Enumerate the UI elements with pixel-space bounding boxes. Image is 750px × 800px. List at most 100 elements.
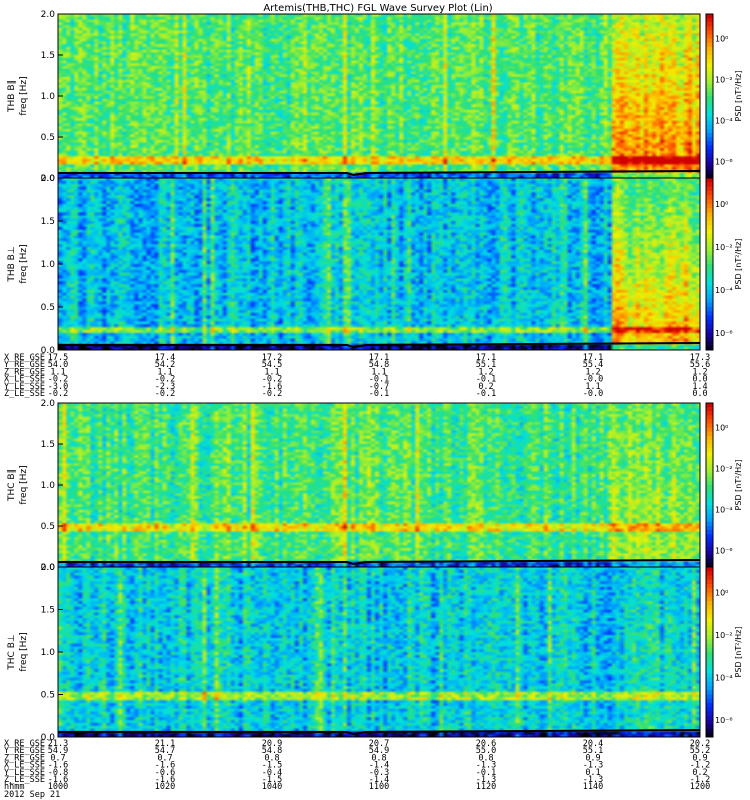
colorbar-swatch [706,456,713,461]
colorbar-swatch [706,526,713,531]
colorbar-swatch [706,686,713,691]
colorbar-swatch [706,34,713,40]
colorbar-swatch [706,186,713,192]
ephemeris-value: 0.0 [692,389,707,399]
colorbar-swatch [706,517,713,523]
y-tick-label: 1.5 [41,217,55,227]
colorbar-tick-label: 10⁻² [715,243,733,252]
ephemeris-value: 1140 [583,782,603,792]
colorbar-label: PSD [nT²/Hz] [734,71,743,122]
colorbar-swatch [706,18,713,23]
colorbar-swatch [706,281,713,286]
colorbar-swatch [706,276,713,282]
y-tick-label: 1.5 [41,606,55,616]
colorbar-swatch [706,26,713,31]
colorbar-tick-label: 10⁰ [715,200,728,209]
colorbar-swatch [706,681,713,687]
colorbar-swatch [706,120,713,126]
colorbar-swatch [706,592,713,598]
colorbar-swatch [706,124,713,130]
colorbar-swatch [706,489,713,494]
colorbar-swatch [706,190,713,196]
colorbar-swatch [706,635,713,640]
colorbar-swatch [706,448,713,453]
colorbar-tick-label: 10⁰ [715,589,728,598]
colorbar-swatch [706,302,713,308]
colorbar-swatch [706,104,713,109]
colorbar-swatch [706,112,713,117]
colorbar-swatch [706,67,713,72]
spectrogram-image [58,178,700,350]
colorbar-swatch [706,630,713,636]
colorbar-swatch [706,108,713,113]
y-tick-label: 2.0 [41,10,56,20]
colorbar-swatch [706,165,713,171]
colorbar-swatch [706,538,713,543]
ephemeris-row-label: Z_LE_SSE [4,389,45,399]
y-tick-label: 2.0 [41,399,56,409]
colorbar-swatch [706,332,713,338]
colorbar-swatch [706,216,713,222]
y-axis-label: freq [Hz] [19,244,29,283]
colorbar-swatch [706,703,713,708]
colorbar-swatch [706,656,713,661]
y-tick-label: 1.0 [41,260,56,270]
colorbar-swatch [706,259,713,265]
colorbar-swatch [706,419,713,424]
colorbar-swatch [706,59,713,64]
colorbar-swatch [706,546,713,552]
colorbar-swatch [706,14,713,19]
colorbar-swatch [706,157,713,163]
colorbar-swatch [706,264,713,269]
colorbar-swatch [706,567,713,572]
colorbar-swatch [706,415,713,420]
colorbar-swatch [706,169,713,175]
y-tick-label: 0.5 [41,133,55,143]
colorbar-swatch [706,307,713,312]
colorbar-swatch [706,145,713,150]
colorbar: 10⁰ 10⁻² 10⁻⁴ 10⁻⁶ PSD [nT²/Hz] [705,566,743,738]
colorbar-swatch [706,550,713,556]
colorbar-swatch [706,132,713,138]
colorbar-swatch [706,46,713,52]
y-tick-label: 0.5 [41,303,55,313]
colorbar-swatch [706,596,713,602]
colorbar-swatch [706,403,713,408]
colorbar-swatch [706,588,713,593]
ephemeris-value: -0.2 [155,389,175,399]
colorbar-swatch [706,530,713,535]
colorbar-swatch [706,285,713,291]
colorbar-swatch [706,605,713,610]
colorbar-swatch [706,272,713,278]
panel-thc_bperp: 0.00.51.01.52.0freq [Hz]THC B⊥10⁰10⁻²10⁻… [7,563,743,743]
colorbar-swatch [706,497,713,502]
colorbar-swatch [706,554,713,560]
colorbar-swatch [706,203,713,209]
y-tick-label: 2.0 [41,563,56,573]
colorbar-swatch [706,501,713,506]
panel-probe-label: THC B∥ [7,469,17,502]
y-tick-label: 2.0 [41,174,56,184]
plot-title: Artemis(THB,THC) FGL Wave Survey Plot (L… [263,3,492,14]
colorbar-swatch [706,613,713,619]
colorbar-swatch [706,319,713,325]
ephemeris-value: -0.1 [369,389,389,399]
colorbar-swatch [706,698,713,704]
colorbar-swatch [706,476,713,482]
colorbar-swatch [706,664,713,670]
colorbar-swatch [706,50,713,56]
colorbar-swatch [706,618,713,623]
colorbar-swatch [706,411,713,416]
colorbar-swatch [706,116,713,122]
ephemeris-value: -0.1 [476,389,496,399]
colorbar-swatch [706,268,713,274]
colorbar-swatch [706,251,713,256]
ephemeris-value: 1120 [476,782,496,792]
y-tick-label: 1.0 [41,92,56,102]
colorbar-swatch [706,407,713,412]
colorbar-tick-label: 10⁰ [715,35,728,44]
colorbar-swatch [706,315,713,321]
colorbar-swatch [706,468,713,474]
colorbar-swatch [706,542,713,547]
colorbar-swatch [706,720,713,725]
